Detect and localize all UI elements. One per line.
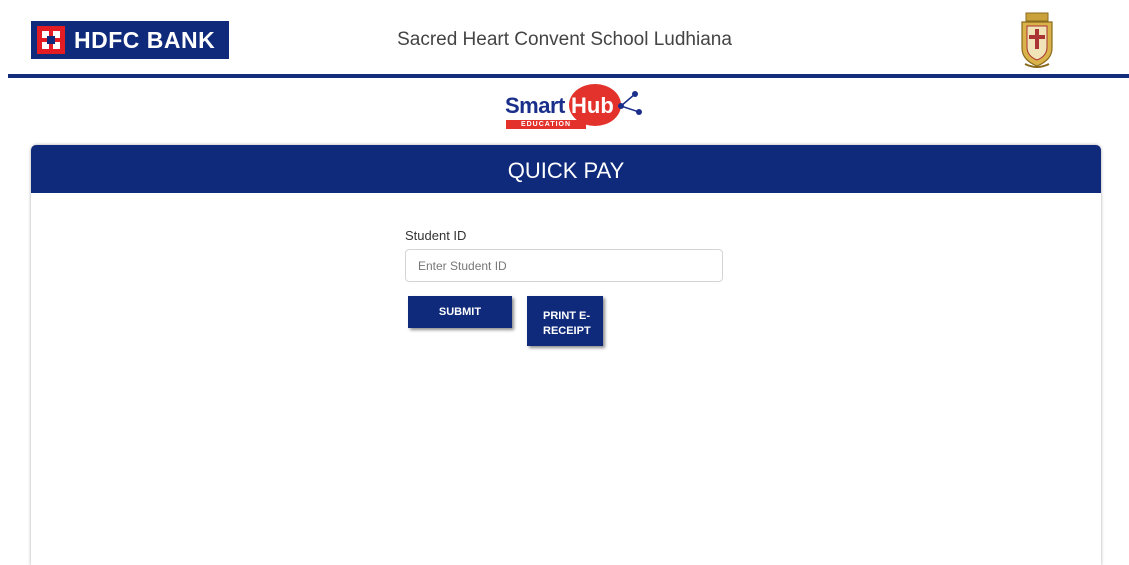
network-dots-icon xyxy=(618,91,642,115)
quick-pay-header: QUICK PAY xyxy=(31,145,1101,193)
print-label-line1: PRINT E- xyxy=(543,310,591,322)
top-header: HDFC BANK Sacred Heart Convent School Lu… xyxy=(0,0,1129,78)
brand-education-text: EDUCATION xyxy=(506,120,586,129)
header-divider xyxy=(8,74,1129,78)
quick-pay-title: QUICK PAY xyxy=(507,158,625,183)
print-label-line2: RECEIPT xyxy=(543,325,591,337)
print-e-receipt-button[interactable]: PRINT E- RECEIPT xyxy=(527,296,603,346)
brand-smart-text: Smart xyxy=(505,93,565,118)
smarthub-education-logo: Smart Hub EDUCATION xyxy=(505,84,645,132)
submit-button[interactable]: SUBMIT xyxy=(408,296,512,328)
student-id-label: Student ID xyxy=(405,228,467,243)
school-crest-icon xyxy=(1021,12,1053,68)
brand-hub-text: Hub xyxy=(571,93,614,118)
quick-pay-card: QUICK PAY Student ID SUBMIT PRINT E- REC… xyxy=(31,145,1101,565)
school-name: Sacred Heart Convent School Ludhiana xyxy=(397,29,732,50)
student-id-input[interactable] xyxy=(405,249,723,282)
